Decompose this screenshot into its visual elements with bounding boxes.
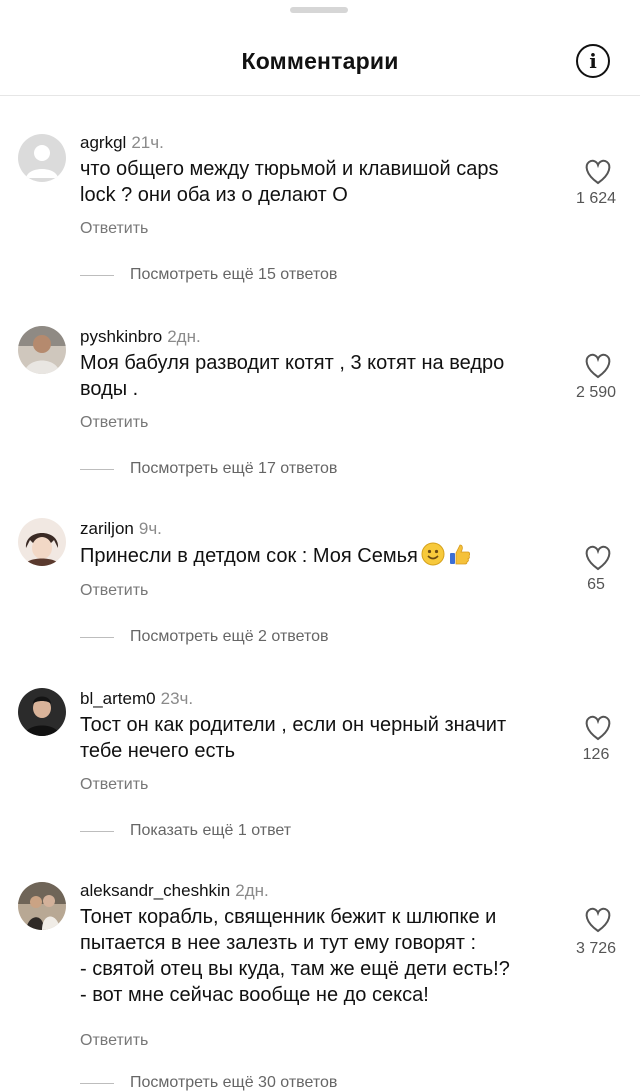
heart-icon[interactable] bbox=[580, 156, 616, 186]
user-avatar[interactable] bbox=[18, 134, 66, 182]
comment-text: Моя бабуля разводит котят , 3 котят на в… bbox=[80, 350, 560, 402]
view-replies-button[interactable]: Посмотреть ещё 30 ответов bbox=[80, 1074, 337, 1092]
comment-username[interactable]: pyshkinbro bbox=[80, 327, 162, 346]
comment-username[interactable]: bl_artem0 bbox=[80, 689, 156, 708]
page-title: Комментарии bbox=[241, 48, 399, 74]
comment-text-line: тебе нечего есть bbox=[80, 740, 236, 762]
smiling-face-emoji bbox=[421, 542, 445, 573]
heart-icon[interactable] bbox=[580, 904, 616, 934]
comment-text-line: что общего между тюрьмой и клавишой caps bbox=[80, 158, 499, 180]
reply-button[interactable]: Ответить bbox=[80, 582, 148, 600]
view-replies-button[interactable]: Посмотреть ещё 15 ответов bbox=[80, 266, 337, 284]
thumbs-up-emoji bbox=[448, 542, 472, 573]
comment-text-line: Принесли в детдом сок : Моя Семья bbox=[80, 542, 560, 573]
view-replies-label: Посмотреть ещё 30 ответов bbox=[130, 1074, 338, 1091]
view-replies-label: Посмотреть ещё 15 ответов bbox=[130, 266, 338, 283]
view-replies-label: Посмотреть ещё 2 ответов bbox=[130, 628, 329, 645]
comment-time: 2дн. bbox=[167, 327, 201, 346]
reply-button[interactable]: Ответить bbox=[80, 776, 148, 794]
view-replies-button[interactable]: Показать ещё 1 ответ bbox=[80, 822, 291, 840]
comment-text-line: Тост он как родители , если он черный зн… bbox=[80, 714, 507, 736]
comment-time: 23ч. bbox=[160, 689, 194, 708]
comment-text-line: пытается в нее залезть и тут ему говорят… bbox=[80, 932, 477, 954]
user-avatar[interactable] bbox=[18, 688, 66, 736]
reply-button[interactable]: Ответить bbox=[80, 1032, 148, 1050]
comment-text: Тонет корабль, священник бежит к шлюпке … bbox=[80, 904, 560, 1008]
comment-meta: aleksandr_cheshkin 2дн. bbox=[80, 880, 269, 902]
like-count: 65 bbox=[587, 576, 605, 593]
comment-time: 9ч. bbox=[138, 519, 162, 538]
view-replies-button[interactable]: Посмотреть ещё 17 ответов bbox=[80, 460, 337, 478]
comment-meta: pyshkinbro 2дн. bbox=[80, 326, 201, 348]
view-replies-label: Посмотреть ещё 17 ответов bbox=[130, 460, 338, 477]
like-count: 3 726 bbox=[575, 940, 617, 957]
view-replies-label: Показать ещё 1 ответ bbox=[130, 822, 292, 839]
comment-text-line: - святой отец вы куда, там же ещё дети е… bbox=[80, 958, 510, 980]
view-replies-button[interactable]: Посмотреть ещё 2 ответов bbox=[80, 628, 329, 646]
comment-text-content: Принесли в детдом сок : Моя Семья bbox=[80, 545, 418, 567]
divider bbox=[80, 1082, 114, 1084]
like-count: 2 590 bbox=[575, 384, 617, 401]
heart-icon[interactable] bbox=[580, 712, 616, 742]
heart-icon[interactable] bbox=[580, 542, 616, 572]
comment-meta: agrkgl 21ч. bbox=[80, 132, 164, 154]
comment-text-line: Тонет корабль, священник бежит к шлюпке … bbox=[80, 906, 497, 928]
user-avatar[interactable] bbox=[18, 518, 66, 566]
reply-button[interactable]: Ответить bbox=[80, 220, 148, 238]
info-icon[interactable]: i bbox=[576, 44, 610, 78]
comment-meta: bl_artem0 23ч. bbox=[80, 688, 193, 710]
divider bbox=[80, 830, 114, 832]
comment-text: что общего между тюрьмой и клавишой caps… bbox=[80, 156, 560, 208]
divider bbox=[80, 468, 114, 470]
comments-header: Комментарии i bbox=[0, 0, 640, 96]
comment-time: 21ч. bbox=[131, 133, 164, 152]
user-avatar[interactable] bbox=[18, 882, 66, 930]
comment-text: Принесли в детдом сок : Моя Семья bbox=[80, 542, 560, 573]
comment-text-line: воды . bbox=[80, 378, 139, 400]
comment-text-line: Моя бабуля разводит котят , 3 котят на в… bbox=[80, 352, 505, 374]
comment-text-line: lock ? они оба из о делают О bbox=[80, 184, 348, 206]
heart-icon[interactable] bbox=[580, 350, 616, 380]
divider bbox=[80, 636, 114, 638]
like-count: 126 bbox=[582, 746, 610, 763]
user-avatar[interactable] bbox=[18, 326, 66, 374]
comment-time: 2дн. bbox=[235, 881, 269, 900]
comment-username[interactable]: aleksandr_cheshkin bbox=[80, 881, 230, 900]
comment-meta: zariljon 9ч. bbox=[80, 518, 162, 540]
comment-text-line: - вот мне сейчас вообще не до секса! bbox=[80, 984, 429, 1006]
like-count: 1 624 bbox=[575, 190, 617, 207]
reply-button[interactable]: Ответить bbox=[80, 414, 148, 432]
divider bbox=[80, 274, 114, 276]
comment-username[interactable]: agrkgl bbox=[80, 133, 126, 152]
comment-username[interactable]: zariljon bbox=[80, 519, 134, 538]
comment-text: Тост он как родители , если он черный зн… bbox=[80, 712, 560, 764]
